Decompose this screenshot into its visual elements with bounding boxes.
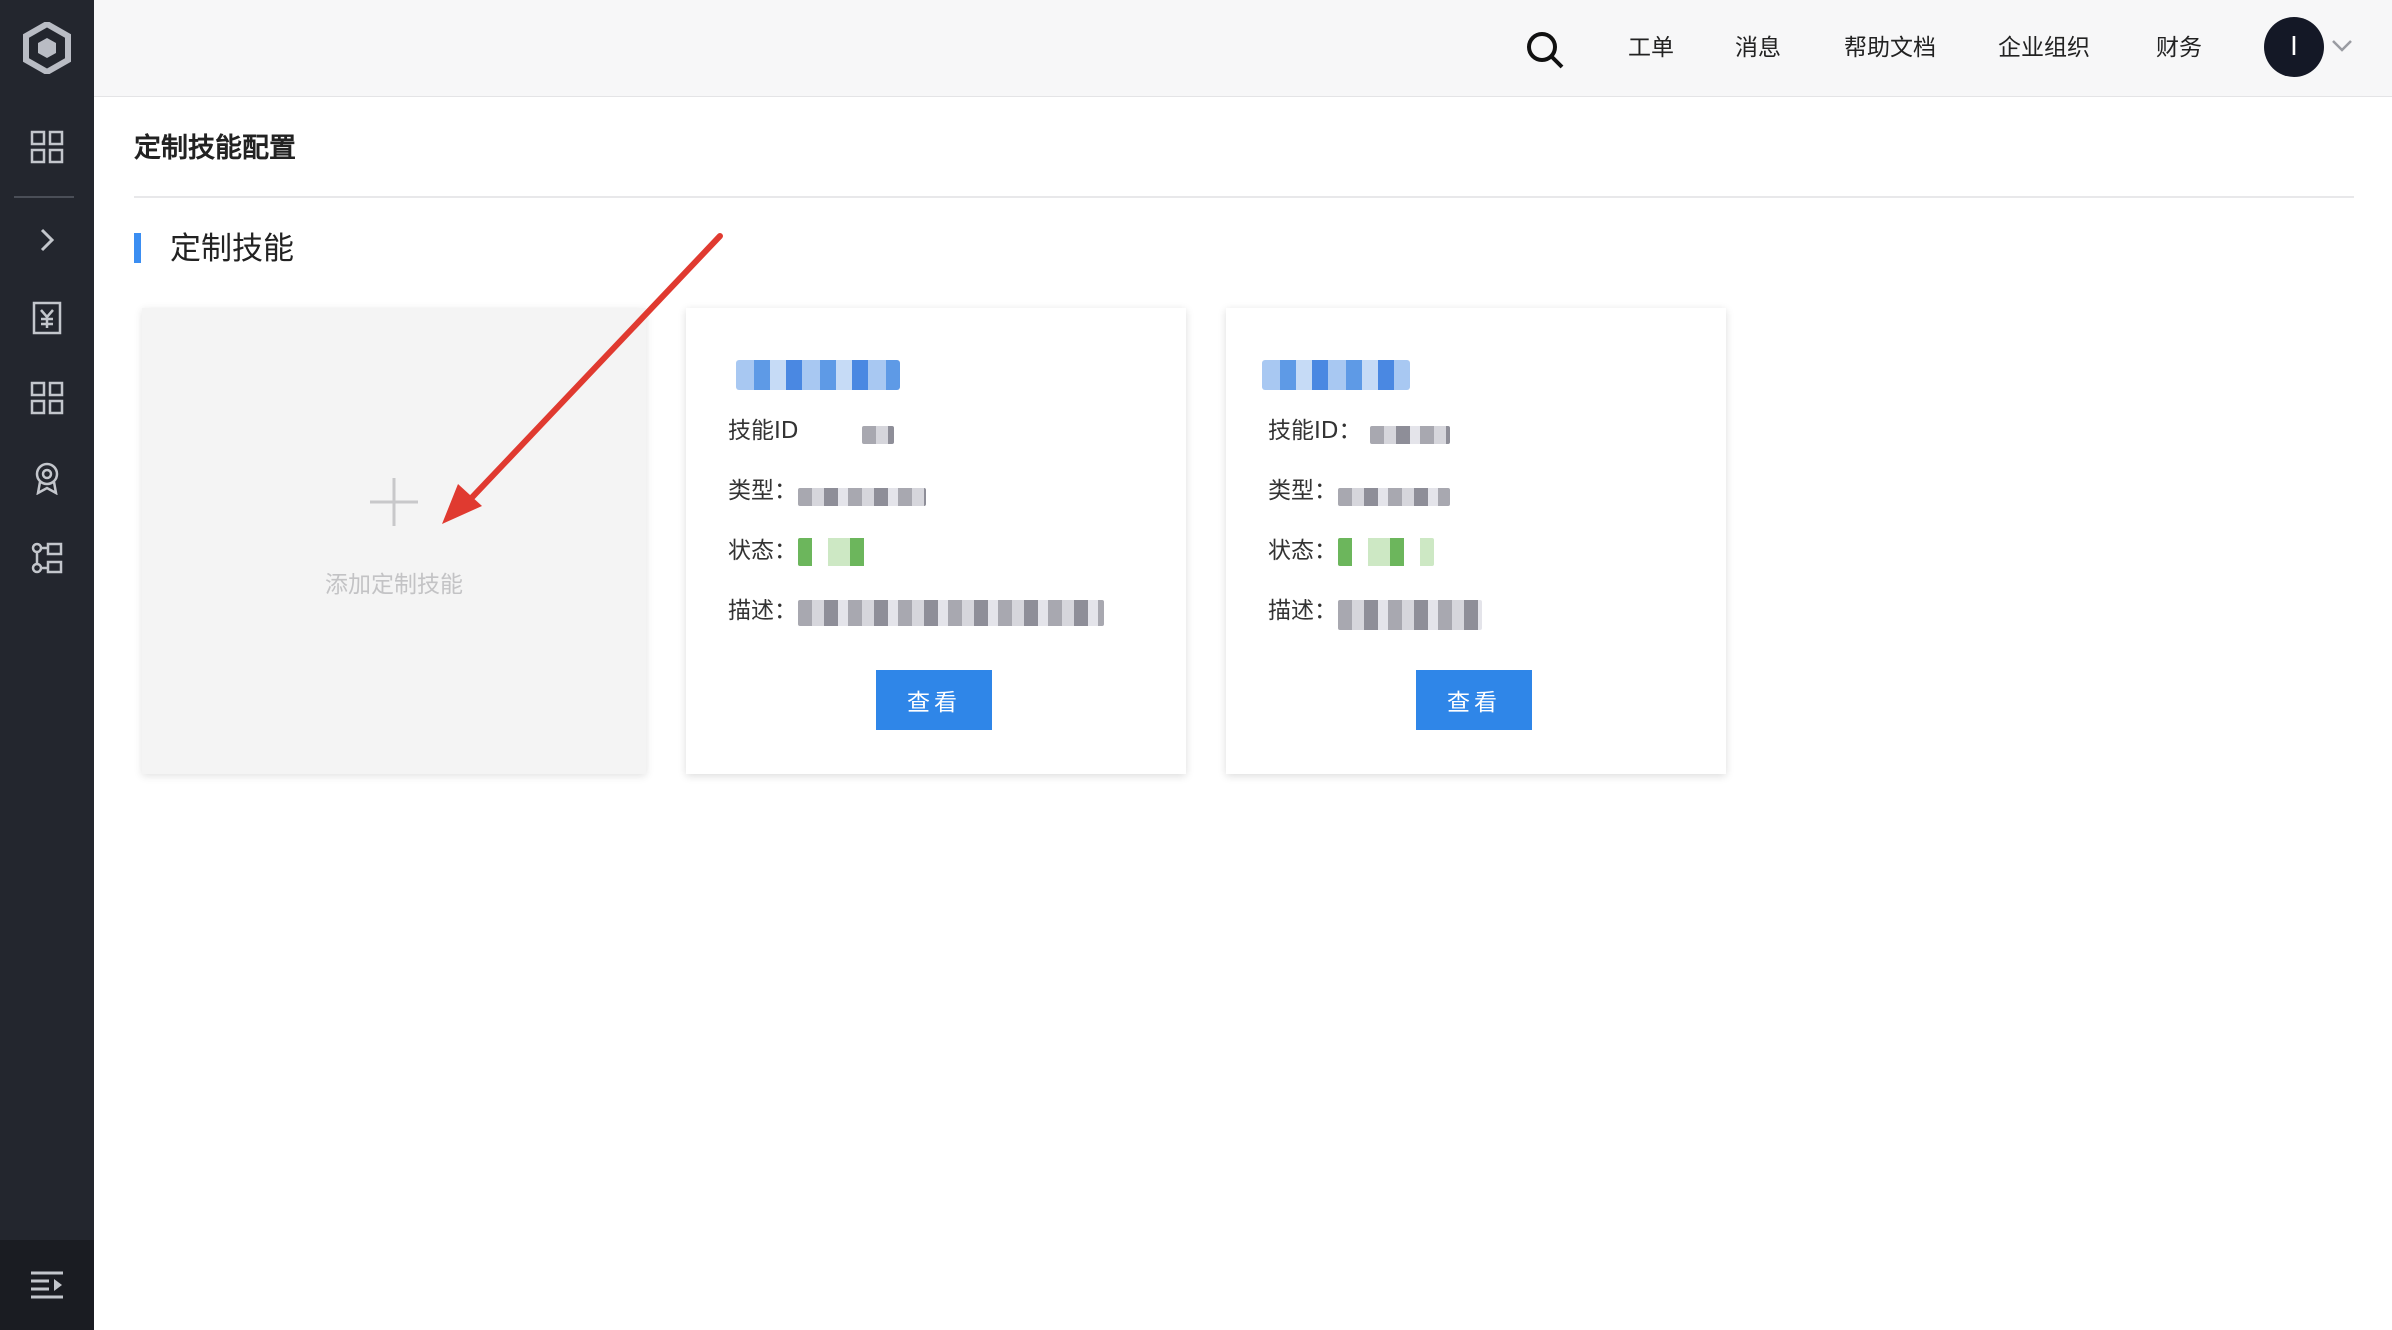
section-title: 定制技能 — [170, 231, 294, 267]
skill-desc-redacted — [798, 600, 1104, 626]
skill-type-redacted — [1338, 488, 1450, 506]
skill-id-label: 技能ID： — [1268, 418, 1362, 444]
skill-desc-redacted — [1338, 600, 1482, 630]
view-button[interactable]: 查看 — [1416, 670, 1532, 730]
nav-messages[interactable]: 消息 — [1735, 33, 1781, 63]
skill-id-label: 技能ID — [728, 418, 799, 444]
add-skill-label: 添加定制技能 — [325, 572, 463, 598]
nav-finance[interactable]: 财务 — [2156, 33, 2202, 63]
nav-help-docs[interactable]: 帮助文档 — [1844, 33, 1936, 63]
add-skill-card[interactable]: 添加定制技能 — [142, 308, 646, 774]
skill-desc-label: 描述： — [1268, 598, 1337, 624]
skill-status-redacted — [798, 538, 878, 566]
skill-id-redacted — [862, 426, 894, 444]
skill-status-redacted — [1338, 538, 1434, 566]
chevron-right-icon[interactable] — [0, 210, 94, 270]
skill-desc-label: 描述： — [728, 598, 797, 624]
top-bar: 工单 消息 帮助文档 企业组织 财务 — [94, 0, 2392, 97]
search-icon[interactable] — [1517, 22, 1573, 78]
badge-icon[interactable] — [0, 448, 94, 508]
nav-tickets[interactable]: 工单 — [1628, 33, 1674, 63]
structure-icon[interactable] — [0, 528, 94, 588]
page-title: 定制技能配置 — [134, 133, 296, 164]
cube-logo-icon[interactable] — [0, 0, 94, 96]
apps-grid-icon[interactable] — [0, 368, 94, 428]
sidebar-divider — [14, 196, 74, 198]
skill-card: 技能ID 类型： 状态： 描述： 查看 — [686, 308, 1186, 774]
plus-icon — [370, 478, 418, 526]
nav-organization[interactable]: 企业组织 — [1998, 33, 2090, 63]
skill-name-redacted — [736, 360, 900, 390]
grid-icon[interactable] — [0, 117, 94, 177]
section-accent-bar — [134, 233, 141, 263]
avatar[interactable]: I — [2264, 17, 2324, 77]
skill-status-label: 状态： — [1268, 538, 1337, 564]
menu-collapse-icon[interactable] — [0, 1240, 94, 1330]
billing-icon[interactable] — [0, 288, 94, 348]
title-divider — [134, 196, 2354, 198]
skill-name-redacted — [1262, 360, 1410, 390]
avatar-initial: I — [2290, 32, 2298, 62]
skill-status-label: 状态： — [728, 538, 797, 564]
skill-type-label: 类型： — [1268, 478, 1337, 504]
sidebar — [0, 0, 94, 1330]
skill-card: 技能ID： 类型： 状态： 描述： 查看 — [1226, 308, 1726, 774]
chevron-down-icon[interactable] — [2330, 36, 2354, 56]
view-button[interactable]: 查看 — [876, 670, 992, 730]
skill-type-redacted — [798, 488, 926, 506]
skill-id-redacted — [1370, 426, 1450, 444]
skill-type-label: 类型： — [728, 478, 797, 504]
